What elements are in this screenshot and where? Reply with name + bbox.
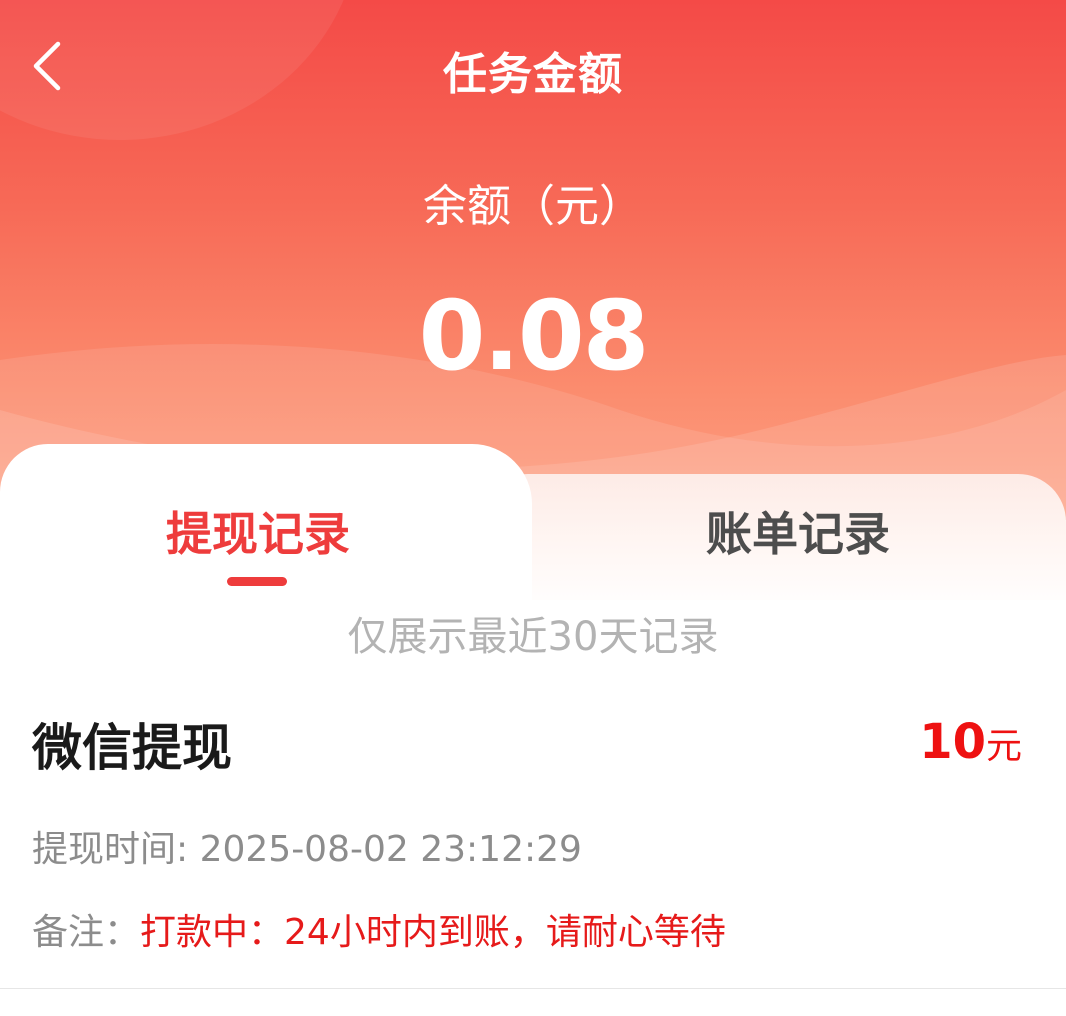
record-note-text: 打款中：24小时内到账，请耐心等待: [140, 912, 726, 953]
balance-label: 余额（元）: [423, 181, 643, 232]
tab-withdraw-records[interactable]: 提现记录: [0, 498, 516, 564]
tab-bill-records[interactable]: 账单记录: [530, 498, 1066, 564]
record-divider: [0, 988, 1066, 989]
header-banner: 任务金额 余额（元） 0.08: [0, 0, 1066, 520]
active-tab-indicator: [227, 577, 287, 586]
records-notice: 仅展示最近30天记录: [347, 614, 719, 660]
record-title: 微信提现: [32, 719, 232, 777]
record-note: 备注：打款中：24小时内到账，请耐心等待: [32, 903, 726, 955]
record-note-label: 备注：: [32, 912, 141, 953]
balance-value: 0.08: [418, 280, 650, 392]
record-amount: 10元: [919, 714, 1022, 770]
page-title: 任务金额: [443, 49, 623, 100]
record-amount-unit: 元: [985, 726, 1022, 767]
record-time: 提现时间: 2025-08-02 23:12:29: [32, 820, 582, 872]
record-time-value: 2025-08-02 23:12:29: [199, 829, 582, 870]
record-time-label: 提现时间:: [32, 829, 200, 870]
record-amount-value: 10: [919, 714, 986, 770]
